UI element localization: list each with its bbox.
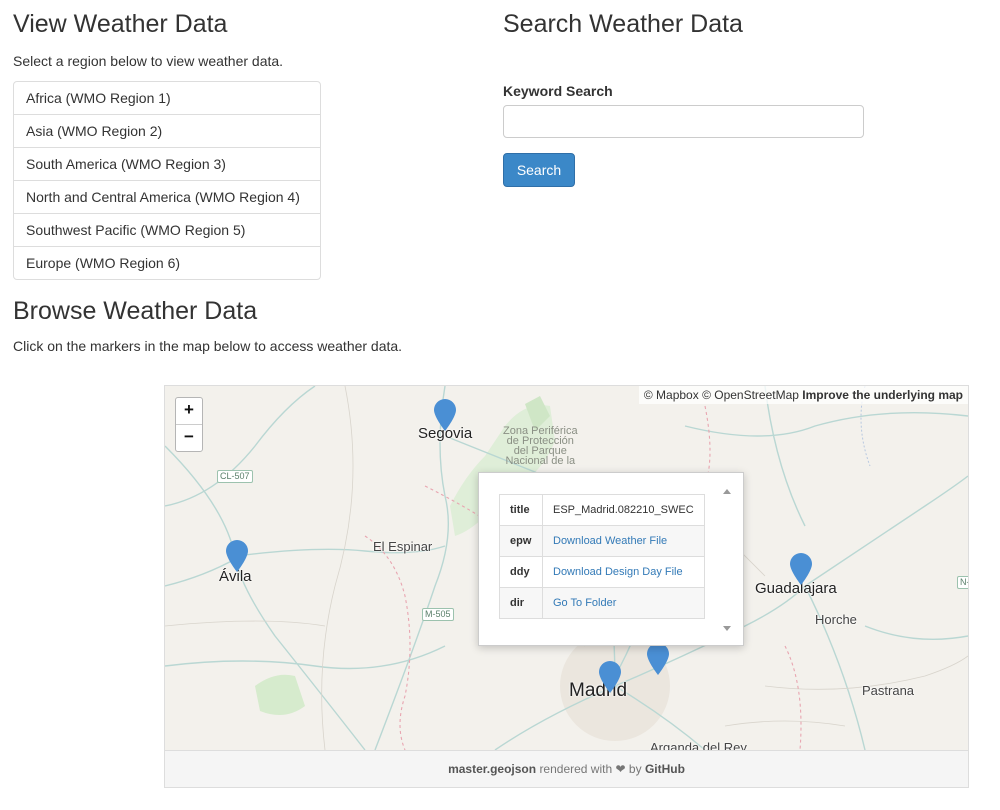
view-weather-title: View Weather Data xyxy=(13,10,228,38)
city-label-horche: Horche xyxy=(815,612,857,627)
zoom-control: + − xyxy=(175,397,203,452)
region-item-africa[interactable]: Africa (WMO Region 1) xyxy=(14,82,320,114)
heart-icon: ❤ xyxy=(615,762,626,776)
download-weather-file-link[interactable]: Download Weather File xyxy=(553,535,667,547)
region-item-southwest-pacific[interactable]: Southwest Pacific (WMO Region 5) xyxy=(14,213,320,246)
region-item-asia[interactable]: Asia (WMO Region 2) xyxy=(14,114,320,147)
city-label-arganda: Arganda del Rey xyxy=(650,740,747,750)
map-marker-avila[interactable] xyxy=(225,539,249,573)
popup-key: epw xyxy=(499,525,543,557)
road-tag-cl507: CL-507 xyxy=(217,470,253,483)
by-text: by xyxy=(628,762,642,776)
marker-icon xyxy=(599,661,621,693)
zoom-out-button[interactable]: − xyxy=(176,425,202,451)
improve-map-link[interactable]: Improve the underlying map xyxy=(802,388,963,402)
scroll-down-arrow-icon[interactable] xyxy=(723,626,731,631)
map-marker-madrid[interactable] xyxy=(598,660,622,694)
popup-table: title ESP_Madrid.082210_SWEC epw Downloa… xyxy=(499,494,705,619)
browse-title: Browse Weather Data xyxy=(13,297,258,325)
popup-title-value: ESP_Madrid.082210_SWEC xyxy=(542,494,705,526)
popup-row-epw: epw Download Weather File xyxy=(499,525,705,557)
mapbox-attribution-link[interactable]: © Mapbox xyxy=(644,388,699,402)
popup-row-ddy: ddy Download Design Day File xyxy=(499,556,705,588)
marker-popup: title ESP_Madrid.082210_SWEC epw Downloa… xyxy=(478,472,744,646)
map-marker-madrid-east[interactable] xyxy=(646,642,670,676)
go-to-folder-link[interactable]: Go To Folder xyxy=(553,597,616,609)
browse-subtitle: Click on the markers in the map below to… xyxy=(13,338,403,354)
region-item-north-central-america[interactable]: North and Central America (WMO Region 4) xyxy=(14,180,320,213)
keyword-search-label: Keyword Search xyxy=(503,83,613,99)
map-canvas[interactable]: © Mapbox © OpenStreetMap Improve the und… xyxy=(165,386,968,750)
browse-section: Browse Weather Data Click on the markers… xyxy=(13,297,613,354)
city-label-pastrana: Pastrana xyxy=(862,683,915,698)
search-title: Search Weather Data xyxy=(503,10,743,38)
search-section: Search Weather Data Keyword Search Searc… xyxy=(503,10,868,187)
download-design-day-link[interactable]: Download Design Day File xyxy=(553,566,683,578)
map-marker-guadalajara[interactable] xyxy=(789,552,813,586)
region-item-south-america[interactable]: South America (WMO Region 3) xyxy=(14,147,320,180)
popup-key: ddy xyxy=(499,556,543,588)
park-label: Zona Periférica de Protección del Parque… xyxy=(503,425,578,467)
map-container: © Mapbox © OpenStreetMap Improve the und… xyxy=(164,385,969,788)
road-tag-m505: M-505 xyxy=(422,608,454,621)
marker-icon xyxy=(226,540,248,572)
zoom-in-button[interactable]: + xyxy=(176,398,202,425)
search-button[interactable]: Search xyxy=(503,153,575,187)
geojson-file-link[interactable]: master.geojson xyxy=(448,762,536,776)
github-link[interactable]: GitHub xyxy=(645,762,685,776)
city-label-el-espinar: El Espinar xyxy=(373,539,433,554)
map-attribution: © Mapbox © OpenStreetMap Improve the und… xyxy=(638,386,968,404)
popup-row-dir: dir Go To Folder xyxy=(499,587,705,619)
popup-scrollbar[interactable] xyxy=(721,487,733,633)
view-weather-section: View Weather Data Select a region below … xyxy=(13,10,321,280)
region-list: Africa (WMO Region 1) Asia (WMO Region 2… xyxy=(13,81,321,280)
popup-row-title: title ESP_Madrid.082210_SWEC xyxy=(499,494,705,526)
rendered-with-text: rendered with xyxy=(539,762,613,776)
region-item-europe[interactable]: Europe (WMO Region 6) xyxy=(14,246,320,279)
keyword-search-input[interactable] xyxy=(503,105,864,138)
marker-icon xyxy=(434,399,456,431)
map-footer: master.geojson rendered with ❤ by GitHub xyxy=(165,750,968,787)
view-weather-subtitle: Select a region below to view weather da… xyxy=(13,53,284,69)
marker-icon xyxy=(790,553,812,585)
popup-key: title xyxy=(499,494,543,526)
marker-icon xyxy=(647,643,669,675)
map-marker-segovia[interactable] xyxy=(433,398,457,432)
popup-key: dir xyxy=(499,587,543,619)
road-tag-n: N- xyxy=(957,576,968,589)
scroll-up-arrow-icon[interactable] xyxy=(723,489,731,494)
osm-attribution-link[interactable]: © OpenStreetMap xyxy=(702,388,799,402)
